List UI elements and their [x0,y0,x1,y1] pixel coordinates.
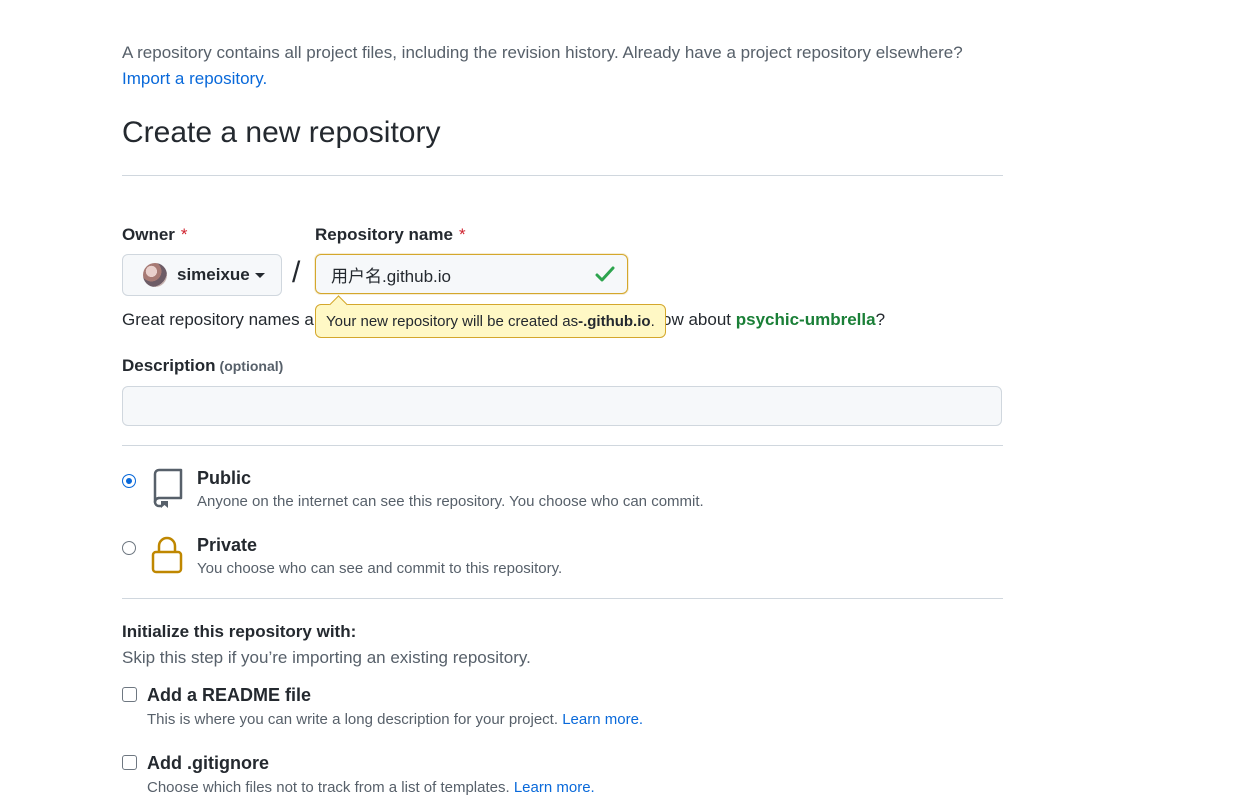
repo-name-label: Repository name * [315,225,466,245]
private-radio[interactable] [122,541,136,555]
hint-suffix-end: ? [875,310,886,329]
repo-name-label-text: Repository name [315,225,453,244]
repo-name-hint: Great repository names a ow about psychi… [122,310,885,330]
optional-tag: (optional) [219,358,284,374]
tooltip-text: Your new repository will be created as [326,312,579,330]
check-icon [595,266,615,282]
tooltip-end: . [650,312,655,330]
readme-description: This is where you can write a long descr… [147,711,643,728]
gitignore-label[interactable]: Add .gitignore [147,753,269,774]
readme-label[interactable]: Add a README file [147,685,311,706]
suggested-name-link[interactable]: psychic-umbrella [736,310,876,329]
repo-icon [153,468,183,508]
gitignore-learn-more-link[interactable]: Learn more. [514,779,595,796]
hint-suffix-start: ow about [662,310,736,329]
tooltip-repo-name: -.github.io [578,312,651,330]
private-title: Private [197,535,258,555]
private-subtitle: You choose who can see and commit to thi… [197,560,563,577]
readme-desc-text: This is where you can write a long descr… [147,711,559,728]
readme-learn-more-link[interactable]: Learn more. [562,711,643,728]
initialize-title: Initialize this repository with: [122,622,357,641]
description-label-text: Description [122,356,216,375]
hint-prefix: Great repository names a [122,310,314,329]
divider [122,175,1003,176]
repo-name-value: 用户名.github.io [331,266,451,286]
readme-checkbox[interactable] [122,687,137,702]
gitignore-desc-text: Choose which files not to track from a l… [147,779,510,796]
repo-name-input[interactable]: 用户名.github.io [315,254,628,294]
page-title: Create a new repository [122,116,441,149]
public-radio[interactable] [122,474,136,488]
divider [122,445,1003,446]
owner-repo-separator: / [292,256,301,289]
intro-description: A repository contains all project files,… [122,43,963,62]
owner-label: Owner * [122,225,188,245]
avatar [143,263,167,287]
gitignore-checkbox[interactable] [122,755,137,770]
initialize-subtitle: Skip this step if you’re importing an ex… [122,648,531,667]
owner-dropdown[interactable]: simeixue [122,254,282,296]
public-subtitle: Anyone on the internet can see this repo… [197,493,704,510]
description-input[interactable] [122,386,1002,426]
intro-text: A repository contains all project files,… [122,40,1022,92]
divider [122,598,1003,599]
import-repository-link[interactable]: Import a repository. [122,69,267,88]
description-label: Description (optional) [122,356,283,376]
lock-icon [151,536,183,574]
owner-label-text: Owner [122,225,175,244]
public-title: Public [197,468,252,488]
required-mark: * [180,225,188,244]
owner-name: simeixue [177,265,250,284]
required-mark: * [458,225,466,244]
caret-down-icon [254,272,265,278]
repo-name-tooltip: Your new repository will be created as -… [315,304,666,338]
gitignore-description: Choose which files not to track from a l… [147,779,595,796]
hint-suggestion-line: ow about psychic-umbrella? [662,310,885,330]
